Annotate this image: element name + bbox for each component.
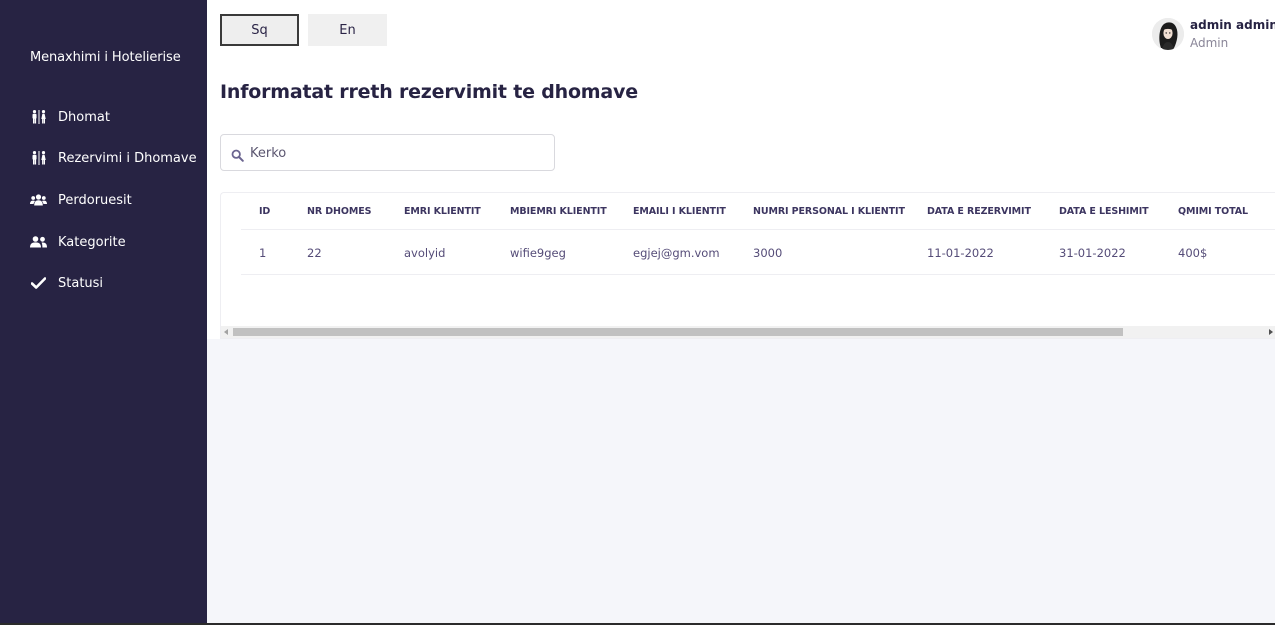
cell-client-surname: wifie9geg <box>510 246 566 260</box>
sidebar-item-label: Rezervimi i Dhomave <box>58 150 197 166</box>
row-divider <box>241 274 1275 275</box>
user-role: Admin <box>1190 36 1229 50</box>
column-header-client-name[interactable]: EMRI KLIENTIT <box>404 206 481 217</box>
scrollbar-thumb[interactable] <box>233 328 1123 336</box>
cell-client-email: egjej@gm.vom <box>633 246 720 260</box>
search-input[interactable] <box>250 143 540 163</box>
content-panel: Sq En admin admin Admin Informatat rreth… <box>207 0 1275 339</box>
sidebar-item-label: Perdoruesit <box>58 192 132 208</box>
user-menu[interactable]: admin admin Admin <box>1152 18 1275 54</box>
cell-client-name: avolyid <box>404 246 446 260</box>
column-header-release-date[interactable]: DATA E LESHIMIT <box>1059 206 1149 217</box>
horizontal-scrollbar[interactable] <box>221 326 1275 338</box>
sidebar: Menaxhimi i Hotelierise Dhomat Rezervimi… <box>0 0 207 625</box>
user-friends-icon <box>30 235 47 249</box>
user-name: admin admin <box>1190 18 1275 32</box>
language-button-sq[interactable]: Sq <box>220 14 299 46</box>
language-button-en[interactable]: En <box>308 14 387 46</box>
column-header-total-price[interactable]: QMIMI TOTAL <box>1178 206 1248 217</box>
sidebar-item-dhomat[interactable]: Dhomat <box>30 106 110 128</box>
cell-reservation-date: 11-01-2022 <box>927 246 994 260</box>
sidebar-item-label: Dhomat <box>58 109 110 125</box>
cell-id: 1 <box>259 246 267 260</box>
column-header-client-personal-number[interactable]: NUMRI PERSONAL I KLIENTIT <box>753 206 905 217</box>
sidebar-item-perdoruesit[interactable]: Perdoruesit <box>30 189 132 211</box>
sidebar-item-rezervimi[interactable]: Rezervimi i Dhomave <box>30 147 197 169</box>
column-header-client-email[interactable]: EMAILI I KLIENTIT <box>633 206 726 217</box>
check-icon <box>30 276 47 290</box>
cell-total-price: 400$ <box>1178 246 1208 260</box>
sidebar-item-label: Statusi <box>58 275 104 291</box>
main-area: Sq En admin admin Admin Informatat rreth… <box>207 0 1275 625</box>
sidebar-item-kategorite[interactable]: Kategorite <box>30 231 126 253</box>
header-divider <box>241 229 1275 230</box>
scroll-left-arrow-icon[interactable] <box>224 329 228 335</box>
scroll-right-arrow-icon[interactable] <box>1269 329 1273 335</box>
search-box <box>220 134 555 171</box>
sidebar-item-statusi[interactable]: Statusi <box>30 272 103 294</box>
cell-release-date: 31-01-2022 <box>1059 246 1126 260</box>
reservations-table: ID NR DHOMES EMRI KLIENTIT MBIEMRI KLIEN… <box>220 192 1275 339</box>
restroom-icon <box>30 151 47 165</box>
search-icon <box>231 147 244 162</box>
column-header-reservation-date[interactable]: DATA E REZERVIMIT <box>927 206 1031 217</box>
column-header-room-number[interactable]: NR DHOMES <box>307 206 371 217</box>
cell-client-personal-number: 3000 <box>753 246 783 260</box>
users-icon <box>30 193 47 207</box>
column-header-id[interactable]: ID <box>259 206 270 217</box>
restroom-icon <box>30 110 47 124</box>
cell-room-number: 22 <box>307 246 322 260</box>
brand-title: Menaxhimi i Hotelierise <box>30 50 181 65</box>
column-header-client-surname[interactable]: MBIEMRI KLIENTIT <box>510 206 607 217</box>
sidebar-item-label: Kategorite <box>58 234 126 250</box>
page-title: Informatat rreth rezervimit te dhomave <box>220 81 638 103</box>
avatar <box>1152 18 1184 50</box>
